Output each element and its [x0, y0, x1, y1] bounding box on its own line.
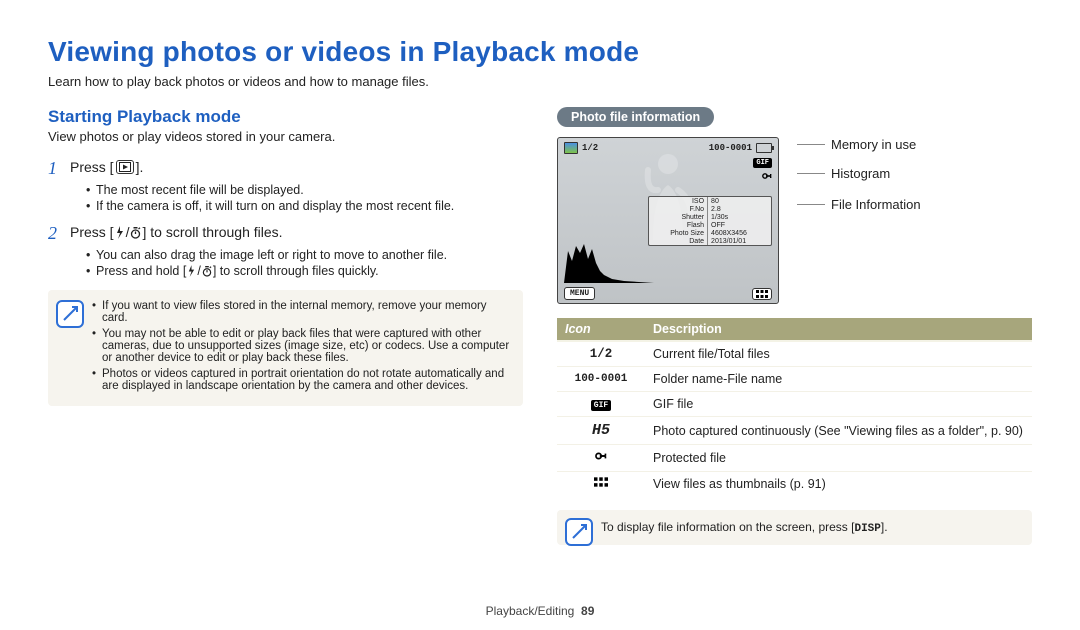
desc-cell: Photo captured continuously (See "Viewin…: [645, 417, 1032, 445]
note-icon: [56, 300, 84, 328]
step-number: 2: [48, 223, 70, 244]
icon-counter: 1/2: [557, 341, 645, 367]
gif-badge-icon: GIF: [753, 158, 772, 168]
flash-icon: [187, 265, 196, 280]
info-value: 80: [708, 197, 771, 205]
lock-icon: [762, 171, 772, 184]
info-value: 4608X3456: [708, 229, 771, 237]
info-label: Date: [649, 237, 708, 245]
table-head-icon: Icon: [557, 318, 645, 341]
step1-prefix: Press [: [70, 159, 114, 175]
desc-cell: Current file/Total files: [645, 341, 1032, 367]
note-bullet-3: Photos or videos captured in portrait or…: [92, 368, 511, 392]
right-column: Photo file information 1/2 100-0001: [557, 107, 1032, 545]
info-label: Photo Size: [649, 229, 708, 237]
step2-bullet-1: You can also drag the image left or righ…: [86, 248, 523, 262]
disp-button-label: DISP: [854, 523, 880, 535]
page-footer: Playback/Editing 89: [0, 604, 1080, 618]
icon-folderfile: 100-0001: [557, 367, 645, 392]
menu-button: MENU: [564, 287, 595, 300]
icon-continuous: H5: [557, 417, 645, 445]
footer-section: Playback/Editing: [486, 604, 575, 618]
step-2-bullets: You can also drag the image left or righ…: [48, 248, 523, 280]
step2-prefix: Press [: [70, 224, 114, 240]
info-label: Shutter: [649, 213, 708, 221]
icon-thumbnails: [557, 472, 645, 497]
note-single: To display file information on the scree…: [557, 510, 1032, 545]
step-1-bullets: The most recent file will be displayed. …: [48, 183, 523, 213]
step2-bullet-2-post: ] to scroll through files quickly.: [213, 264, 379, 278]
step2-mid: /: [126, 224, 130, 240]
note-single-pre: To display file information on the scree…: [601, 520, 854, 534]
note-icon: [565, 518, 593, 546]
flash-icon: [115, 226, 125, 242]
page-lead: Learn how to play back photos or videos …: [48, 74, 1032, 89]
table-row: GIF GIF file: [557, 392, 1032, 417]
step-2-text: Press [ / ] to scroll through files.: [70, 223, 283, 242]
note-box: If you want to view files stored in the …: [48, 290, 523, 406]
table-row: H5 Photo captured continuously (See "Vie…: [557, 417, 1032, 445]
info-label: F.No: [649, 205, 708, 213]
thumbnail-button: [752, 288, 772, 300]
step2-bullet-2: Press and hold [/] to scroll through fil…: [86, 264, 523, 280]
desc-cell: GIF file: [645, 392, 1032, 417]
note-bullet-2: You may not be able to edit or play back…: [92, 328, 511, 364]
desc-cell: Protected file: [645, 445, 1032, 472]
desc-cell: Folder name-File name: [645, 367, 1032, 392]
icon-description-table: Icon Description 1/2 Current file/Total …: [557, 318, 1032, 496]
step-2: 2 Press [ / ] to scroll through files.: [48, 223, 523, 244]
step2-suffix: ] to scroll through files.: [142, 224, 282, 240]
info-value: OFF: [708, 221, 771, 229]
histogram-icon: [564, 241, 654, 283]
section-heading: Starting Playback mode: [48, 107, 523, 127]
desc-cell: View files as thumbnails (p. 91): [645, 472, 1032, 497]
subsection-pill: Photo file information: [557, 107, 714, 127]
playback-button-icon: [116, 160, 134, 174]
step1-bullet-1: The most recent file will be displayed.: [86, 183, 523, 197]
file-counter: 1/2: [582, 143, 598, 153]
table-row: 100-0001 Folder name-File name: [557, 367, 1032, 392]
callout-memory: Memory in use: [831, 137, 916, 152]
step2-bullet-2-pre: Press and hold [: [96, 264, 186, 278]
info-value: 1/30s: [708, 213, 771, 221]
info-value: 2.8: [708, 205, 771, 213]
battery-icon: [756, 143, 772, 153]
step-1: 1 Press [].: [48, 158, 523, 179]
info-label: ISO: [649, 197, 708, 205]
table-row: View files as thumbnails (p. 91): [557, 472, 1032, 497]
timer-icon: [202, 265, 212, 280]
camera-screen: 1/2 100-0001 GIF: [557, 137, 779, 304]
step1-bullet-2: If the camera is off, it will turn on an…: [86, 199, 523, 213]
table-row: Protected file: [557, 445, 1032, 472]
icon-gif: GIF: [557, 392, 645, 417]
timer-icon: [130, 226, 141, 242]
folder-file-name: 100-0001: [709, 143, 752, 153]
info-value: 2013/01/01: [708, 237, 771, 245]
table-row: 1/2 Current file/Total files: [557, 341, 1032, 367]
callout-labels: Memory in use Histogram File Information: [797, 137, 921, 226]
footer-page: 89: [581, 604, 594, 618]
step1-suffix: ].: [136, 159, 144, 175]
callout-histogram: Histogram: [831, 166, 890, 181]
info-label: Flash: [649, 221, 708, 229]
icon-protected: [557, 445, 645, 472]
section-desc: View photos or play videos stored in you…: [48, 129, 523, 144]
callout-fileinfo: File Information: [831, 197, 921, 212]
step-number: 1: [48, 158, 70, 179]
photo-type-icon: [564, 142, 578, 154]
left-column: Starting Playback mode View photos or pl…: [48, 107, 523, 545]
page-title: Viewing photos or videos in Playback mod…: [48, 36, 1032, 68]
file-info-overlay: ISO80 F.No2.8 Shutter1/30s FlashOFF Phot…: [648, 196, 772, 246]
step-1-text: Press [].: [70, 158, 143, 175]
note-single-post: ].: [881, 520, 888, 534]
note-bullet-1: If you want to view files stored in the …: [92, 300, 511, 324]
table-head-desc: Description: [645, 318, 1032, 341]
